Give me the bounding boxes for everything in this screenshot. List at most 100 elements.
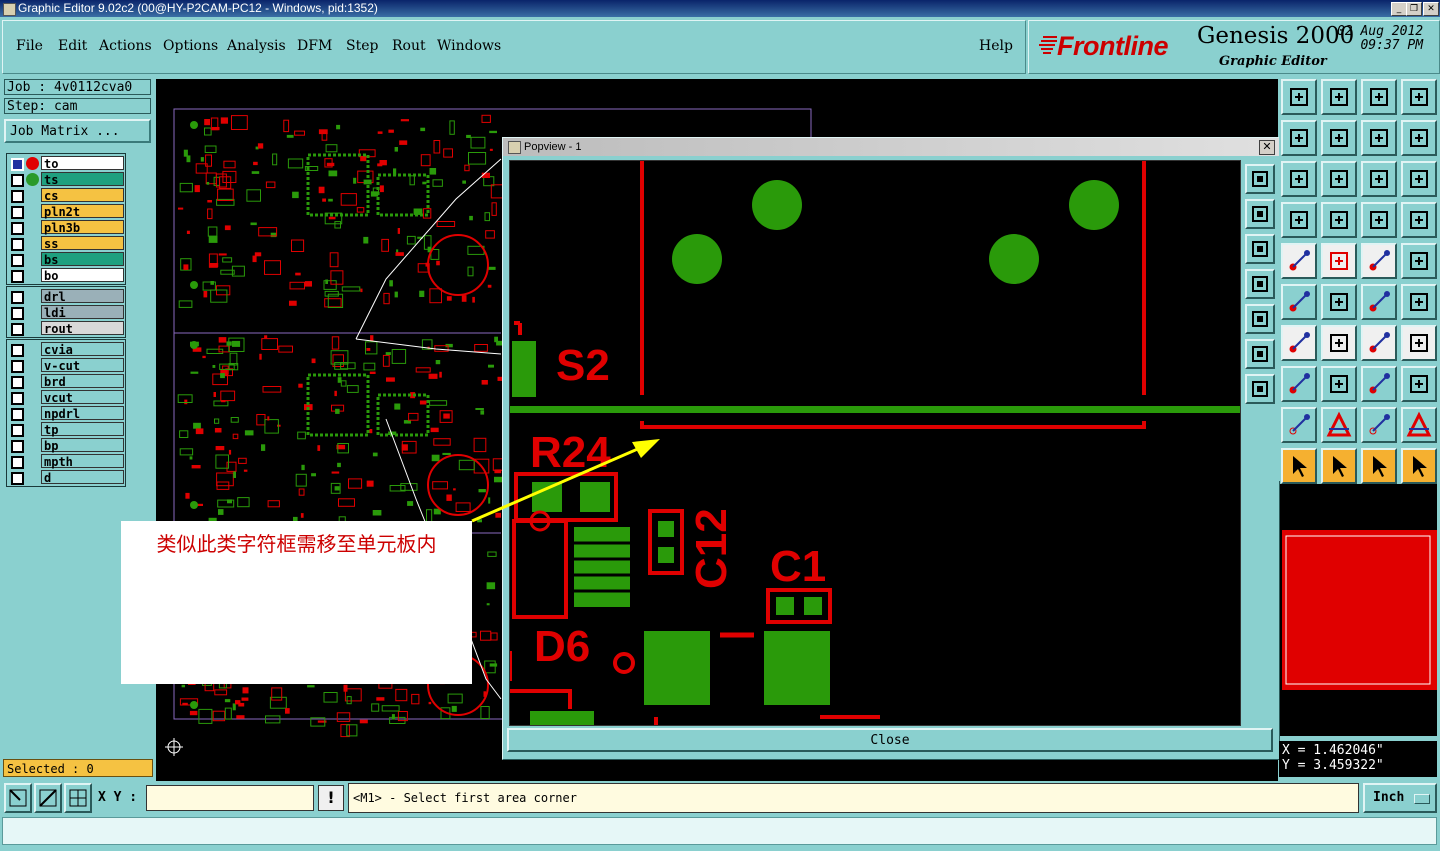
layer-name[interactable]: pln3b [41, 220, 124, 235]
menu-rout[interactable]: Rout [392, 38, 426, 54]
minimize-button[interactable]: _ [1391, 2, 1407, 16]
measure-button[interactable] [34, 783, 62, 813]
redraw-button[interactable] [1401, 120, 1437, 156]
layer-checkbox[interactable] [11, 222, 24, 235]
save-step-button[interactable] [1321, 79, 1357, 115]
pv-pan-left-button[interactable] [1245, 269, 1275, 299]
layer-checkbox[interactable] [11, 323, 24, 336]
cut-surface-button[interactable] [1401, 407, 1437, 443]
ruler-button[interactable] [1361, 243, 1397, 279]
connect-nodes-button[interactable] [1281, 284, 1317, 320]
pv-pan-right-button[interactable] [1245, 304, 1275, 334]
layer-row-bp[interactable]: bp [7, 438, 125, 453]
layer-status-icon[interactable] [26, 157, 39, 170]
layer-name[interactable]: bo [41, 268, 124, 283]
layer-name[interactable]: cs [41, 188, 124, 203]
layer-name[interactable]: brd [41, 374, 124, 389]
close-window-button[interactable]: ✕ [1423, 2, 1439, 16]
trace-button[interactable] [1321, 366, 1357, 402]
menu-actions[interactable]: Actions [99, 38, 152, 54]
units-dropdown[interactable]: Inch [1363, 783, 1437, 813]
layer-row-to[interactable]: to [7, 156, 125, 171]
layer-checkbox[interactable] [11, 392, 24, 405]
menu-edit[interactable]: Edit [58, 38, 87, 54]
layer-row-brd[interactable]: brd [7, 374, 125, 389]
menu-help[interactable]: Help [979, 38, 1013, 54]
grid-button[interactable] [64, 783, 92, 813]
layer-checkbox[interactable] [11, 456, 24, 469]
layer-row-ts[interactable]: ts [7, 172, 125, 187]
arc-button[interactable] [1361, 325, 1397, 361]
layer-checkbox[interactable] [11, 472, 24, 485]
scale-1-2-button[interactable] [1361, 161, 1397, 197]
layer-row-rout[interactable]: rout [7, 321, 125, 336]
menu-file[interactable]: File [16, 38, 43, 54]
pv-zoom-fit-button[interactable] [1245, 339, 1275, 369]
home-button[interactable] [1361, 79, 1397, 115]
layer-row-bs[interactable]: bs [7, 252, 125, 267]
popview-close-button[interactable]: Close [507, 728, 1273, 752]
popview-title-bar[interactable]: Popview - 1 ✕ [503, 138, 1279, 156]
layer-checkbox[interactable] [11, 174, 24, 187]
zoom-area-button[interactable] [4, 783, 32, 813]
triangle-button[interactable] [1281, 407, 1317, 443]
layer-row-drl[interactable]: drl [7, 289, 125, 304]
surface-button[interactable] [1361, 407, 1397, 443]
select-cursor-button[interactable] [1321, 448, 1357, 484]
layer-checkbox[interactable] [11, 291, 24, 304]
pointer-button[interactable] [1281, 448, 1317, 484]
layer-name[interactable]: cvia [41, 342, 124, 357]
layer-checkbox[interactable] [11, 408, 24, 421]
delete-feature-button[interactable] [1321, 284, 1357, 320]
layer-name[interactable]: drl [41, 289, 124, 304]
layer-checkbox[interactable] [11, 307, 24, 320]
pv-pan-down-button[interactable] [1245, 234, 1275, 264]
menu-options[interactable]: Options [163, 38, 218, 54]
group-button[interactable] [1401, 366, 1437, 402]
layer-row-ss[interactable]: ss [7, 236, 125, 251]
layer-name[interactable]: rout [41, 321, 124, 336]
split-view-button[interactable] [1401, 79, 1437, 115]
measure-dim-button[interactable] [1361, 366, 1397, 402]
pv-zoom-center-button[interactable] [1245, 374, 1275, 404]
layer-name[interactable]: pln2t [41, 204, 124, 219]
layer-checkbox[interactable] [11, 254, 24, 267]
layer-row-pln3b[interactable]: pln3b [7, 220, 125, 235]
layer-row-tp[interactable]: tp [7, 422, 125, 437]
layer-checkbox[interactable] [11, 360, 24, 373]
layer-name[interactable]: to [41, 156, 124, 171]
menu-analysis[interactable]: Analysis [227, 38, 286, 54]
layer-checkbox[interactable] [11, 440, 24, 453]
copy-button[interactable] [1401, 284, 1437, 320]
popview-close-icon[interactable]: ✕ [1259, 140, 1275, 155]
layer-row-npdrl[interactable]: npdrl [7, 406, 125, 421]
help-button[interactable] [1401, 161, 1437, 197]
layer-name[interactable]: v-cut [41, 358, 124, 373]
layer-name[interactable]: ss [41, 236, 124, 251]
layer-status-icon[interactable] [26, 173, 39, 186]
pad-button[interactable] [1281, 366, 1317, 402]
layer-checkbox[interactable] [11, 158, 24, 171]
maximize-button[interactable]: ❐ [1406, 2, 1422, 16]
layer-row-cvia[interactable]: cvia [7, 342, 125, 357]
layer-colors-button[interactable] [1361, 202, 1397, 238]
menu-dfm[interactable]: DFM [297, 38, 332, 54]
pv-layers-button[interactable] [1245, 164, 1275, 194]
zoom-center-button[interactable] [1321, 161, 1357, 197]
layer-name[interactable]: mpth [41, 454, 124, 469]
layer-checkbox[interactable] [11, 270, 24, 283]
layer-name[interactable]: ldi [41, 305, 124, 320]
angle-button[interactable] [1281, 325, 1317, 361]
xy-input[interactable] [146, 785, 314, 811]
add-feature-button[interactable] [1281, 243, 1317, 279]
select-box-button[interactable] [1361, 448, 1397, 484]
layer-name[interactable]: bs [41, 252, 124, 267]
layer-checkbox[interactable] [11, 206, 24, 219]
snap-settings-button[interactable] [1281, 202, 1317, 238]
layer-row-bo[interactable]: bo [7, 268, 125, 283]
open-step-button[interactable] [1281, 79, 1317, 115]
layer-checkbox[interactable] [11, 190, 24, 203]
select-point-button[interactable] [1401, 243, 1437, 279]
mirror-button[interactable] [1401, 325, 1437, 361]
layer-checkbox[interactable] [11, 376, 24, 389]
